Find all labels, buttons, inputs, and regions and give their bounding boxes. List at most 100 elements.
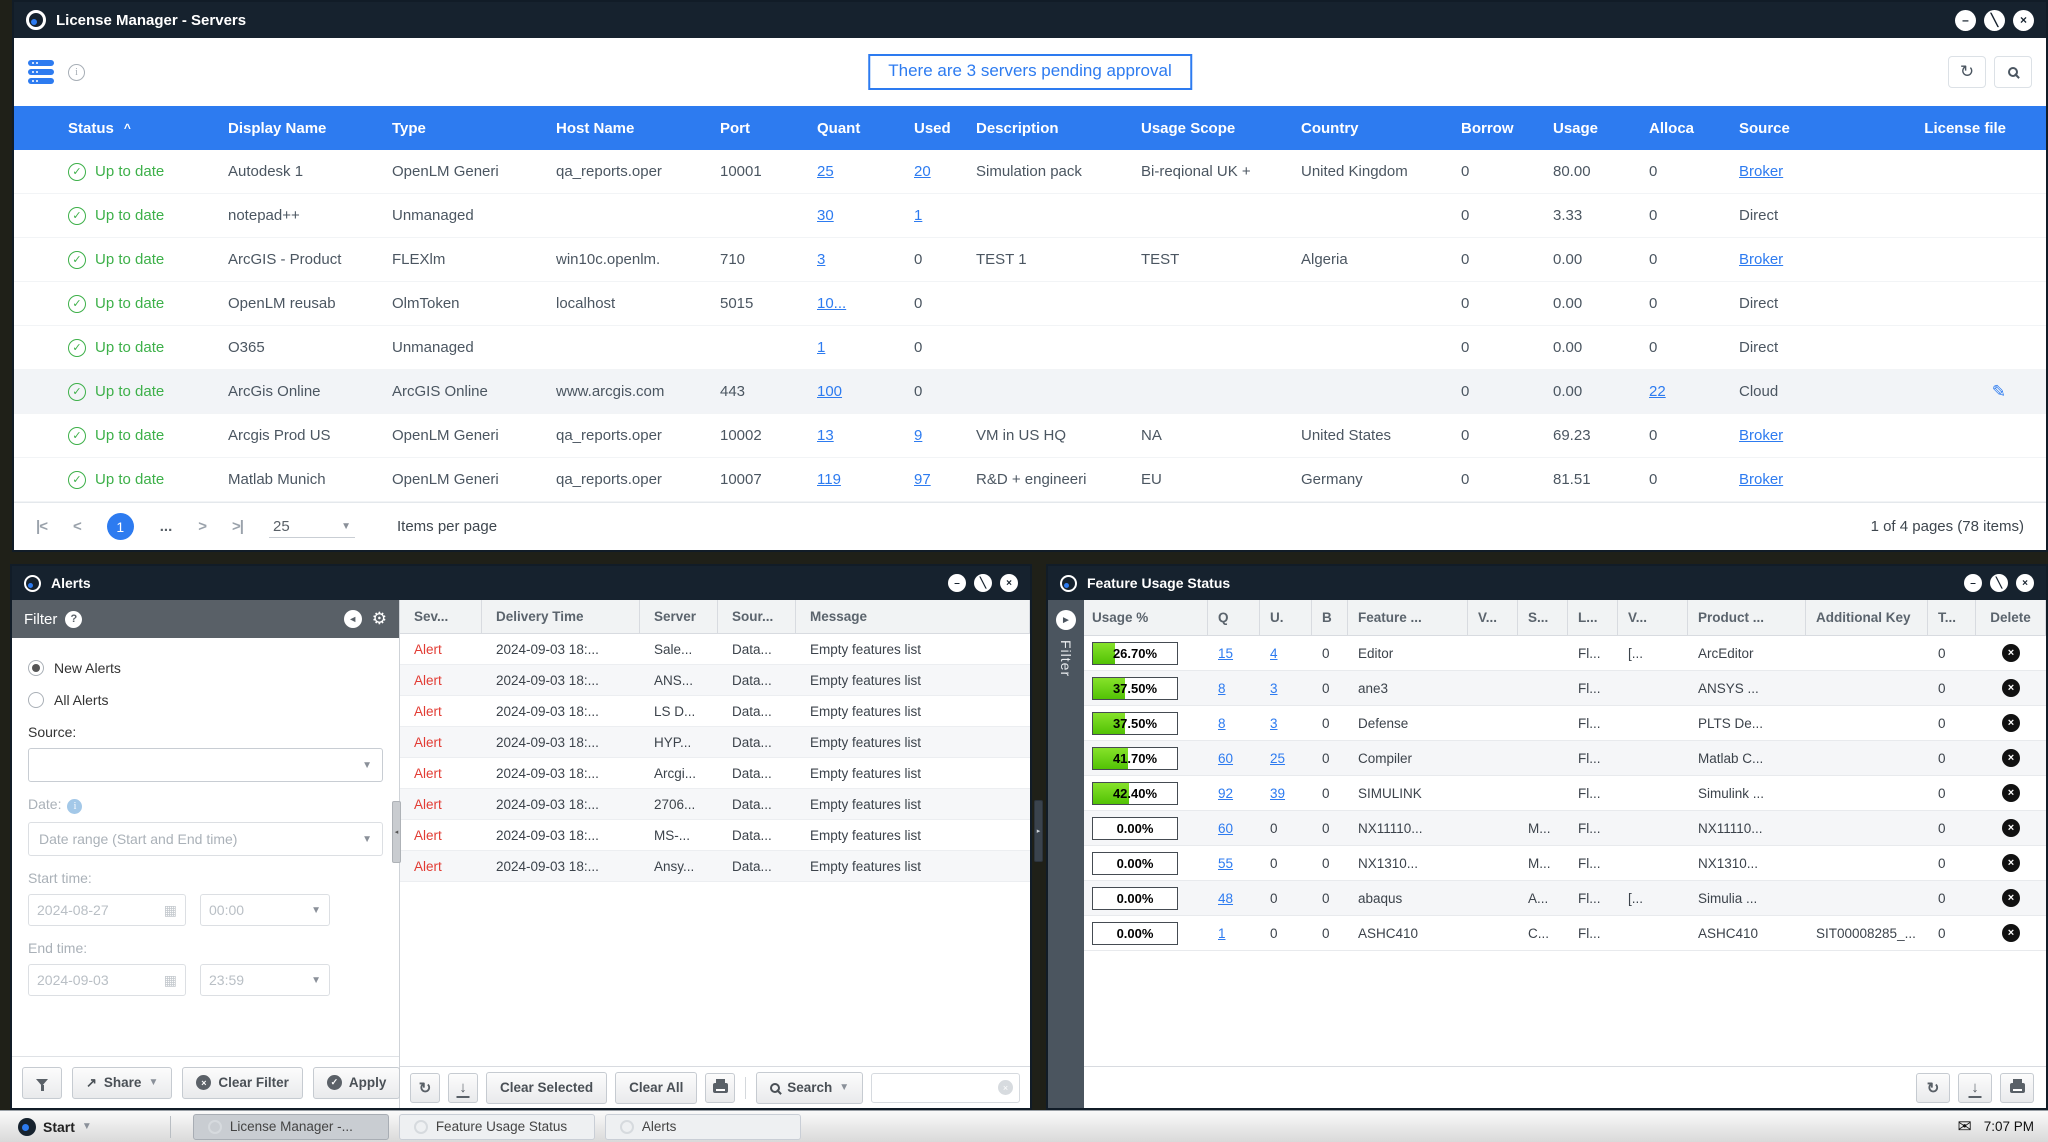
u-link[interactable]: 3	[1270, 681, 1278, 696]
column-header[interactable]: Message	[796, 600, 1030, 633]
all-alerts-radio[interactable]: All Alerts	[28, 692, 383, 708]
clear-all-button[interactable]: Clear All	[615, 1072, 697, 1104]
server-row[interactable]: ✓Up to dateO365Unmanaged1000.000Direct	[14, 326, 2046, 370]
end-time-input[interactable]: 23:59▼	[200, 964, 330, 996]
column-header[interactable]: Borrow	[1461, 120, 1553, 137]
column-header[interactable]: Sev...	[400, 600, 482, 633]
info-icon[interactable]: i	[68, 64, 85, 81]
print-button[interactable]	[2000, 1073, 2034, 1103]
alert-row[interactable]: Alert2024-09-03 18:...MS-...Data...Empty…	[400, 820, 1030, 851]
server-row[interactable]: ✓Up to datenotepad++Unmanaged30103.330Di…	[14, 194, 2046, 238]
delete-icon[interactable]: ×	[2002, 819, 2020, 837]
u-link[interactable]: 39	[1270, 786, 1285, 801]
column-header[interactable]: V...	[1618, 600, 1688, 635]
column-header[interactable]: Usage	[1553, 120, 1649, 137]
current-page-button[interactable]: 1	[107, 513, 134, 540]
info-icon[interactable]: i	[67, 799, 82, 814]
feature-titlebar[interactable]: Feature Usage Status – ╲ ×	[1048, 566, 2046, 600]
column-header[interactable]: Delivery Time	[482, 600, 640, 633]
u-link[interactable]: 3	[1270, 716, 1278, 731]
feature-row[interactable]: 37.50%830ane3Fl...ANSYS ...0×	[1084, 671, 2046, 706]
quant-link[interactable]: 30	[817, 207, 834, 224]
mail-icon[interactable]: ✉	[1957, 1117, 1971, 1137]
restore-icon[interactable]: ╲	[974, 574, 992, 592]
start-time-input[interactable]: 00:00▼	[200, 894, 330, 926]
date-range-select[interactable]: Date range (Start and End time) ▼	[28, 822, 383, 856]
end-date-input[interactable]: 2024-09-03▦	[28, 964, 186, 996]
taskbar-item[interactable]: Alerts	[605, 1114, 801, 1140]
minimize-icon[interactable]: –	[1955, 10, 1976, 31]
alert-row[interactable]: Alert2024-09-03 18:...Sale...Data...Empt…	[400, 634, 1030, 665]
new-alerts-radio[interactable]: New Alerts	[28, 660, 383, 676]
delete-icon[interactable]: ×	[2002, 679, 2020, 697]
q-link[interactable]: 60	[1218, 821, 1233, 836]
calendar-icon[interactable]: ▦	[164, 902, 177, 919]
delete-icon[interactable]: ×	[2002, 644, 2020, 662]
alloca-link[interactable]: 22	[1649, 383, 1666, 400]
column-header[interactable]: B	[1312, 600, 1348, 635]
alert-row[interactable]: Alert2024-09-03 18:...LS D...Data...Empt…	[400, 696, 1030, 727]
pending-approval-notice[interactable]: There are 3 servers pending approval	[868, 54, 1192, 90]
prev-page-button[interactable]: <	[73, 518, 81, 535]
feature-row[interactable]: 0.00%4800abaqusA...Fl...[...Simulia ...0…	[1084, 881, 2046, 916]
quant-link[interactable]: 10...	[817, 295, 846, 312]
column-header[interactable]: Server	[640, 600, 718, 633]
filter-collapse-handle[interactable]: ◂	[392, 801, 401, 863]
restore-icon[interactable]: ╲	[1990, 574, 2008, 592]
column-header[interactable]: Usage Scope	[1141, 120, 1301, 137]
next-page-button[interactable]: >	[198, 518, 206, 535]
column-header[interactable]: V...	[1468, 600, 1518, 635]
column-header[interactable]: Used	[914, 120, 976, 137]
quant-link[interactable]: 25	[817, 163, 834, 180]
start-date-input[interactable]: 2024-08-27▦	[28, 894, 186, 926]
column-header[interactable]: Country	[1301, 120, 1461, 137]
source-select[interactable]: ▼	[28, 748, 383, 782]
minimize-icon[interactable]: –	[948, 574, 966, 592]
q-link[interactable]: 48	[1218, 891, 1233, 906]
column-header[interactable]: T...	[1928, 600, 1976, 635]
print-button[interactable]	[705, 1073, 735, 1103]
used-link[interactable]: 97	[914, 471, 931, 488]
used-link[interactable]: 20	[914, 163, 931, 180]
source-link[interactable]: Broker	[1739, 471, 1783, 488]
refresh-button[interactable]: ↻	[410, 1073, 440, 1103]
u-link[interactable]: 25	[1270, 751, 1285, 766]
source-link[interactable]: Broker	[1739, 427, 1783, 444]
items-per-page-select[interactable]: 25 ▼	[269, 516, 355, 538]
alert-row[interactable]: Alert2024-09-03 18:...Ansy...Data...Empt…	[400, 851, 1030, 882]
close-icon[interactable]: ×	[2013, 10, 2034, 31]
alert-row[interactable]: Alert2024-09-03 18:...ANS...Data...Empty…	[400, 665, 1030, 696]
expand-filter-icon[interactable]: ►	[1056, 610, 1076, 630]
column-header[interactable]: Additional Key	[1806, 600, 1928, 635]
share-button[interactable]: ↗ Share ▼	[72, 1067, 172, 1099]
feature-row[interactable]: 42.40%92390SIMULINKFl...Simulink ...0×	[1084, 776, 2046, 811]
more-pages-button[interactable]: ...	[160, 518, 173, 535]
search-input[interactable]: ×	[871, 1073, 1020, 1103]
column-header[interactable]: License file	[1849, 120, 2046, 137]
edit-license-icon[interactable]: ✎	[1992, 382, 2006, 401]
column-header[interactable]: Delete	[1976, 600, 2046, 635]
quant-link[interactable]: 119	[817, 471, 841, 488]
close-icon[interactable]: ×	[2016, 574, 2034, 592]
start-button[interactable]: Start ▼	[8, 1114, 102, 1140]
q-link[interactable]: 55	[1218, 856, 1233, 871]
alerts-titlebar[interactable]: Alerts – ╲ ×	[12, 566, 1030, 600]
column-header[interactable]: Q	[1208, 600, 1260, 635]
column-header[interactable]: Product ...	[1688, 600, 1806, 635]
server-row[interactable]: ✓Up to dateArcgis Prod USOpenLM Generiqa…	[14, 414, 2046, 458]
source-link[interactable]: Broker	[1739, 251, 1783, 268]
download-button[interactable]: ↓	[1958, 1073, 1992, 1103]
q-link[interactable]: 8	[1218, 716, 1226, 731]
refresh-button[interactable]: ↻	[1916, 1073, 1950, 1103]
used-link[interactable]: 1	[914, 207, 922, 224]
feature-row[interactable]: 0.00%100ASHC410C...Fl...ASHC410SIT000082…	[1084, 916, 2046, 951]
feature-row[interactable]: 26.70%1540EditorFl...[...ArcEditor0×	[1084, 636, 2046, 671]
quant-link[interactable]: 13	[817, 427, 834, 444]
clear-search-icon[interactable]: ×	[998, 1080, 1013, 1095]
column-header[interactable]: Type	[392, 120, 556, 137]
delete-icon[interactable]: ×	[2002, 714, 2020, 732]
help-icon[interactable]: ?	[65, 611, 82, 628]
u-link[interactable]: 4	[1270, 646, 1278, 661]
delete-icon[interactable]: ×	[2002, 784, 2020, 802]
quant-link[interactable]: 1	[817, 339, 825, 356]
